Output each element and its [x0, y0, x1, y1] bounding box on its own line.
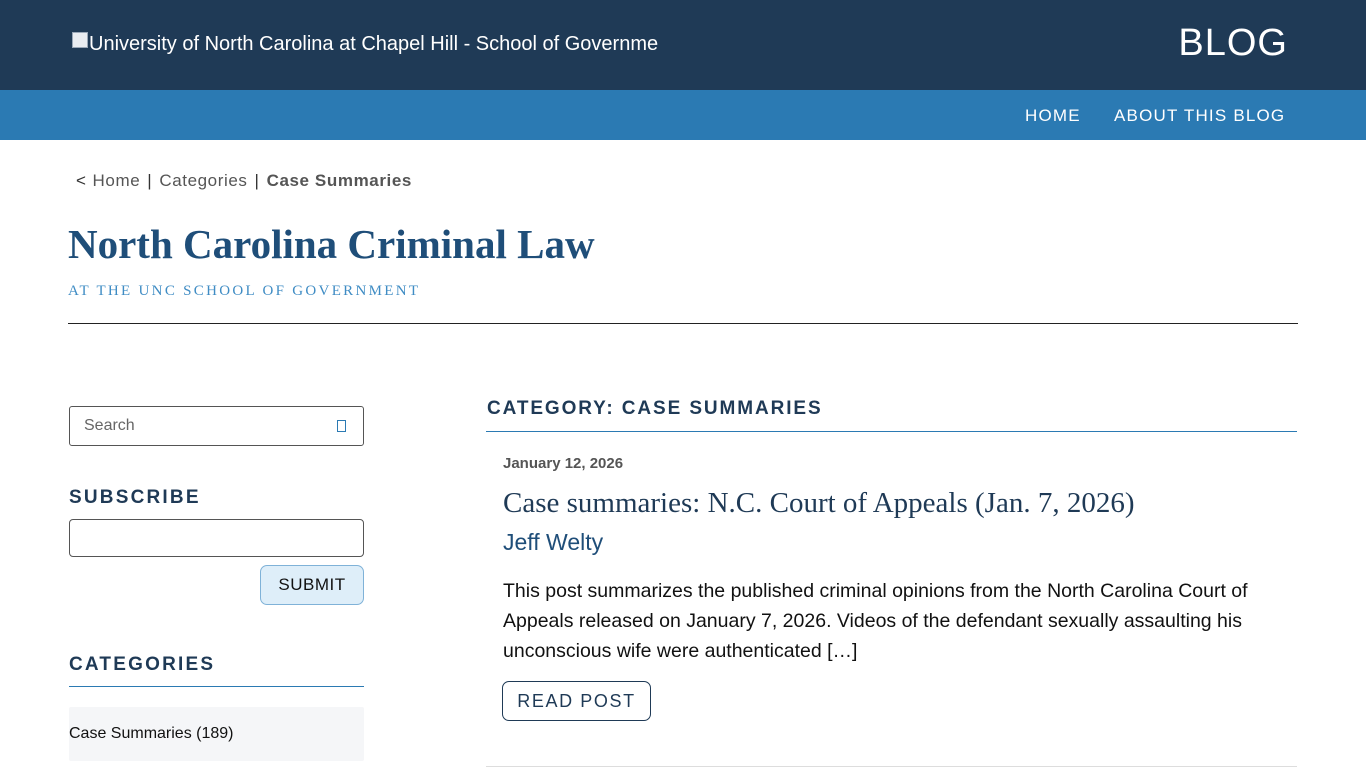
breadcrumb-caret: <	[76, 171, 87, 190]
categories-divider	[69, 686, 364, 687]
post-title-link[interactable]: Case summaries: N.C. Court of Appeals (J…	[503, 487, 1134, 520]
category-title: CATEGORY: CASE SUMMARIES	[487, 398, 823, 419]
post-excerpt: This post summarizes the published crimi…	[503, 580, 1248, 662]
post-author-link[interactable]: Jeff Welty	[503, 529, 603, 556]
post-divider	[486, 766, 1297, 767]
site-subtitle: AT THE UNC SCHOOL OF GOVERNMENT	[68, 283, 421, 299]
logo-alt-text: University of North Carolina at Chapel H…	[89, 33, 659, 55]
category-divider	[486, 431, 1297, 432]
breadcrumb: < Home | Categories | Case Summaries	[76, 171, 412, 191]
search-form	[69, 406, 364, 446]
site-header: University of North Carolina at Chapel H…	[0, 0, 1366, 90]
nav-home-link[interactable]: HOME	[1025, 106, 1081, 126]
breadcrumb-home-link[interactable]: Home	[93, 171, 141, 190]
search-input[interactable]	[70, 407, 330, 445]
subscribe-email-input[interactable]	[69, 519, 364, 557]
blog-label: BLOG	[1178, 22, 1288, 64]
category-item-case-summaries[interactable]: Case Summaries (189)	[69, 707, 364, 761]
subscribe-heading: SUBSCRIBE	[69, 487, 201, 508]
breadcrumb-separator: |	[147, 171, 153, 190]
header-divider	[68, 323, 1298, 324]
categories-heading: CATEGORIES	[69, 654, 216, 675]
breadcrumb-current: Case Summaries	[266, 171, 412, 190]
read-post-button[interactable]: READ POST	[502, 681, 651, 721]
breadcrumb-categories-link[interactable]: Categories	[159, 171, 247, 190]
submit-button[interactable]: SUBMIT	[260, 565, 364, 605]
main-nav: HOME ABOUT THIS BLOG	[0, 90, 1366, 140]
post-date: January 12, 2026	[503, 455, 624, 472]
school-logo-link[interactable]: University of North Carolina at Chapel H…	[72, 31, 659, 56]
search-icon[interactable]	[337, 420, 346, 432]
site-title[interactable]: North Carolina Criminal Law	[68, 220, 595, 268]
breadcrumb-separator: |	[254, 171, 260, 190]
broken-image-icon	[72, 31, 88, 48]
nav-about-link[interactable]: ABOUT THIS BLOG	[1114, 106, 1285, 126]
